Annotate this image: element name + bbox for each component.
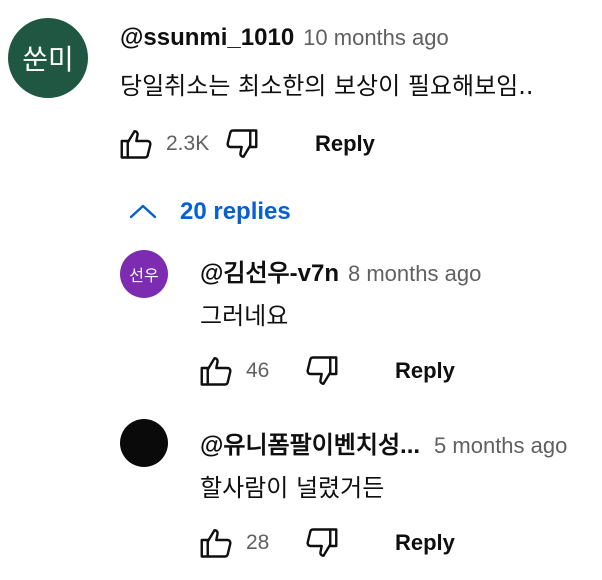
comment-thread: 쑨미 @ssunmi_1010 10 months ago 당일취소는 최소한의… [0,0,602,580]
thumbs-up-icon [120,130,152,159]
comment-header: @ssunmi_1010 10 months ago [120,24,449,52]
like-button[interactable] [196,351,236,391]
reply-actions: 28 Reply [196,523,455,563]
avatar-text: 쑨미 [22,43,74,76]
reply-button[interactable]: Reply [395,358,455,384]
like-count: 2.3K [166,132,210,155]
dislike-button[interactable] [302,351,342,391]
reply-avatar[interactable]: 선우 [120,250,168,298]
replies-count-label: 20 replies [180,198,291,225]
reply-timestamp[interactable]: 8 months ago [348,261,481,287]
thumbs-up-icon [200,529,232,558]
reply-timestamp[interactable]: 5 months ago [434,433,567,459]
reply-actions: 46 Reply [196,351,455,391]
reply-text: 할사람이 널렸거든 [200,474,385,502]
reply-button[interactable]: Reply [315,131,375,157]
thumbs-up-icon [200,357,232,386]
avatar[interactable]: 쑨미 [8,18,88,98]
comment-timestamp[interactable]: 10 months ago [303,25,449,51]
like-button[interactable] [196,523,236,563]
comment-text: 당일취소는 최소한의 보상이 필요해보임.. [120,72,534,100]
replies-toggle[interactable]: 20 replies [128,192,291,232]
comment-actions: 2.3K Reply [116,124,375,164]
reply-text: 그러네요 [200,302,289,330]
thumbs-down-icon [306,528,338,557]
chevron-up-icon [129,204,157,219]
comment-author[interactable]: @ssunmi_1010 [120,24,294,52]
avatar-text: 선우 [129,266,159,285]
thumbs-down-icon [226,129,258,158]
dislike-button[interactable] [222,124,262,164]
reply-author[interactable]: @김선우-v7n [200,253,339,288]
reply-header: @김선우-v7n 8 months ago [200,253,481,288]
dislike-button[interactable] [302,523,342,563]
reply-author[interactable]: @유니폼팔이벤치성... [200,425,420,460]
reply-avatar[interactable] [120,419,168,467]
like-count: 46 [246,359,270,382]
like-button[interactable] [116,124,156,164]
thumbs-down-icon [306,356,338,385]
reply-header: @유니폼팔이벤치성... 5 months ago [200,425,567,460]
reply-button[interactable]: Reply [395,530,455,556]
like-count: 28 [246,531,270,554]
